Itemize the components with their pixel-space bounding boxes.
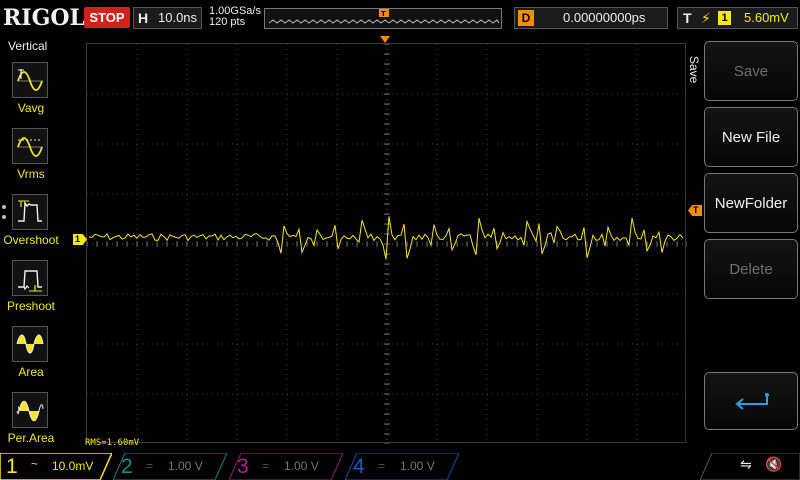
delete-button[interactable]: Delete <box>704 239 798 299</box>
channel-scale: 10.0mV <box>52 459 94 473</box>
delay-value: 0.00000000ps <box>563 10 646 25</box>
channel-number: 2 <box>121 455 133 478</box>
delay-box[interactable]: D 0.00000000ps <box>514 7 668 29</box>
measure-label: Vrms <box>17 167 45 181</box>
usb-icon: ⇋ <box>740 456 752 472</box>
channel-scale: 1.00 V <box>168 459 203 473</box>
new-folder-button[interactable]: NewFolder <box>704 173 798 233</box>
overshoot-waveform-icon <box>12 194 48 230</box>
save-button[interactable]: Save <box>704 41 798 101</box>
svg-text:T: T <box>381 10 386 18</box>
back-button[interactable] <box>704 372 798 430</box>
ch1-waveform-trace <box>88 216 684 260</box>
horizontal-key: H <box>138 10 149 26</box>
channel-number: 3 <box>237 455 249 478</box>
period-area-waveform-icon <box>12 392 48 428</box>
rms-measurement-readout: RMS=1.60mV <box>85 438 140 448</box>
channel-status-bar: 1 ~ 10.0mV 2 = 1.00 V 3 = 1.00 V 4 = 1.0… <box>0 450 800 480</box>
measure-overshoot[interactable]: Overshoot <box>0 194 62 260</box>
menu-tab-label: Save <box>687 56 701 84</box>
graticule <box>87 44 687 444</box>
measure-label: Vavg <box>17 101 45 115</box>
panel-title: Vertical <box>8 39 48 53</box>
channel-number: 4 <box>353 455 365 478</box>
vavg-waveform-icon <box>12 62 48 98</box>
channel-scale: 1.00 V <box>284 459 319 473</box>
waveform-display[interactable] <box>86 43 687 444</box>
vrms-waveform-icon <box>12 128 48 164</box>
horizontal-trigger-position-icon <box>380 36 390 43</box>
area-waveform-icon <box>12 326 48 362</box>
speaker-muted-icon[interactable]: 🔇 <box>765 456 782 473</box>
trigger-box[interactable]: T ⚡ 1 5.60mV <box>677 7 798 29</box>
memory-waveform-overview: T <box>268 9 500 24</box>
timebase-value: 10.0ns <box>158 10 198 25</box>
memory-depth-strip: T <box>264 8 502 29</box>
coupling-dc-icon: = <box>378 459 386 473</box>
measure-label: Preshoot <box>6 299 56 313</box>
measure-label: Area <box>18 365 44 379</box>
brand-logo: RIGOL <box>3 5 85 31</box>
measure-area[interactable]: Area <box>0 326 62 392</box>
return-arrow-icon <box>735 393 769 410</box>
trigger-level: 5.60mV <box>744 10 789 25</box>
new-file-button[interactable]: New File <box>704 107 798 167</box>
measure-vrms[interactable]: Vrms <box>0 128 62 194</box>
channel-2-tab[interactable]: 2 = 1.00 V <box>113 453 227 480</box>
channel-1-tab[interactable]: 1 ~ 10.0mV <box>0 453 112 480</box>
memory-points: 120 pts <box>209 16 246 28</box>
coupling-ac-icon: ~ <box>31 457 39 471</box>
measure-vavg[interactable]: Vavg <box>0 62 62 128</box>
edge-trigger-icon: ⚡ <box>701 10 711 26</box>
coupling-dc-icon: = <box>262 459 270 473</box>
measure-label: Overshoot <box>3 233 59 247</box>
delay-key: D <box>518 10 534 26</box>
measure-label: Per.Area <box>7 431 55 445</box>
trigger-source-badge: 1 <box>718 11 731 25</box>
channel-number: 1 <box>6 455 18 478</box>
measurement-panel: Vertical Vavg Vrms Overshoot Preshoot Ar… <box>0 38 62 448</box>
trigger-key: T <box>683 10 692 26</box>
preshoot-waveform-icon <box>12 260 48 296</box>
channel-3-tab[interactable]: 3 = 1.00 V <box>229 453 343 480</box>
horizontal-timebase-box[interactable]: H 10.0ns <box>133 7 202 29</box>
run-stop-status[interactable]: STOP <box>84 7 130 28</box>
measure-preshoot[interactable]: Preshoot <box>0 260 62 326</box>
acquisition-info: 1.00GSa/s 120 pts <box>209 6 261 28</box>
ch1-offset-marker[interactable]: 1 <box>73 234 87 245</box>
channel-4-tab[interactable]: 4 = 1.00 V <box>345 453 459 480</box>
channel-scale: 1.00 V <box>400 459 435 473</box>
top-status-bar: RIGOL STOP H 10.0ns 1.00GSa/s 120 pts T … <box>0 0 800 38</box>
coupling-dc-icon: = <box>146 459 154 473</box>
measure-period-area[interactable]: Per.Area <box>0 392 62 458</box>
save-menu: Save Save New File NewFolder Delete <box>686 38 800 448</box>
